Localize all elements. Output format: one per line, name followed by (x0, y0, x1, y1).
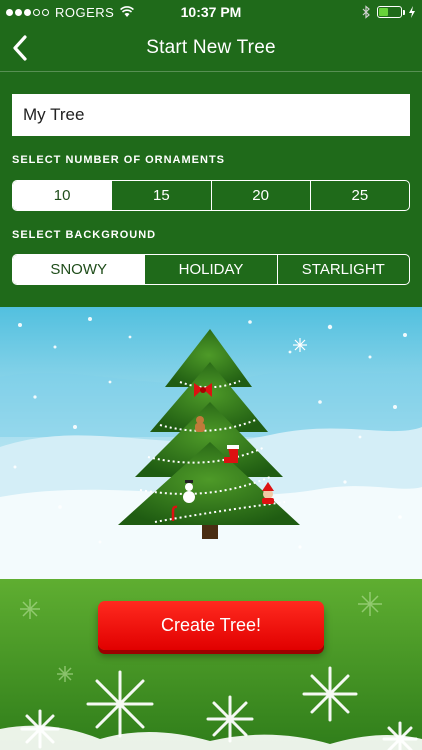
ornament-option-20[interactable]: 20 (210, 181, 310, 210)
snowy-background-image (0, 307, 422, 579)
tree-preview (0, 307, 422, 579)
chevron-left-icon (13, 35, 27, 61)
background-section-label: SELECT BACKGROUND (12, 229, 157, 241)
background-option-starlight[interactable]: STARLIGHT (276, 255, 409, 284)
ornament-option-10[interactable]: 10 (13, 181, 112, 210)
background-option-snowy[interactable]: SNOWY (13, 255, 145, 284)
status-bar: ROGERS 10:37 PM (0, 0, 422, 24)
page-title: Start New Tree (146, 36, 276, 58)
wifi-icon (120, 6, 135, 17)
tree-name-input[interactable] (12, 94, 410, 136)
back-button[interactable] (8, 34, 32, 62)
ornament-count-selector: 10 15 20 25 (12, 180, 410, 211)
signal-strength-icon (6, 8, 49, 16)
charging-bolt-icon (409, 6, 415, 18)
carrier-label: ROGERS (55, 4, 115, 20)
gingerbread-icon (195, 416, 205, 432)
ornaments-section-label: SELECT NUMBER OF ORNAMENTS (12, 154, 225, 166)
background-option-holiday[interactable]: HOLIDAY (144, 255, 276, 284)
battery-level (379, 8, 389, 16)
create-tree-button[interactable]: Create Tree! (98, 601, 324, 650)
navigation-bar: Start New Tree (0, 24, 422, 72)
ornament-option-25[interactable]: 25 (309, 181, 409, 210)
battery-icon (377, 6, 405, 18)
background-selector: SNOWY HOLIDAY STARLIGHT (12, 254, 410, 285)
ornament-option-15[interactable]: 15 (111, 181, 210, 210)
bluetooth-icon (362, 5, 370, 19)
